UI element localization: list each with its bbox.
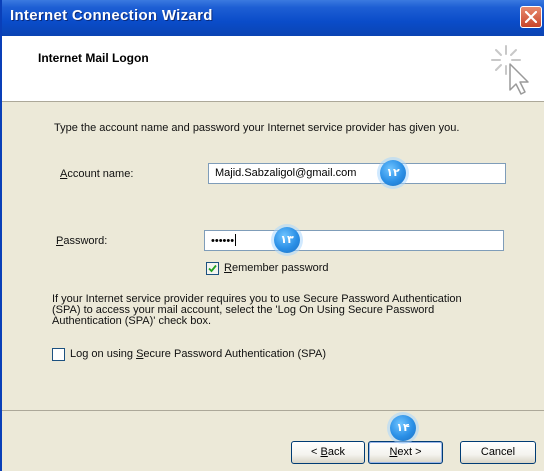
remember-password-label[interactable]: Remember password [224,262,329,274]
wizard-window: Internet Connection Wizard Internet Mail… [0,0,544,471]
back-label-rest: ack [327,446,345,458]
close-icon [525,11,537,23]
text-caret [235,234,237,246]
password-input[interactable]: •••••• [204,230,504,251]
title-bar[interactable]: Internet Connection Wizard [2,0,544,36]
wizard-header: Internet Mail Logon [2,36,544,102]
spa-checkbox[interactable] [52,348,65,361]
annotation-marker-password: ۱۳ [274,227,300,253]
wizard-cursor-icon [491,45,529,95]
wizard-body: Type the account name and password your … [2,102,544,410]
remember-password-hotkey: R [224,262,232,274]
password-label-text: assword: [63,235,108,247]
remember-password-label-text: emember password [231,262,329,274]
checkmark-icon [208,264,217,273]
back-button[interactable]: < Back [291,441,365,464]
page-title: Internet Mail Logon [38,51,149,65]
back-prefix: < [311,446,321,458]
window-title: Internet Connection Wizard [10,7,213,24]
spa-checkbox-label[interactable]: Log on using Secure Password Authenticat… [70,348,326,360]
intro-text: Type the account name and password your … [54,122,460,134]
spa-explanation: If your Internet service provider requir… [52,294,492,327]
next-label-rest: ext > [397,446,422,458]
account-name-label: Account name: [60,168,133,180]
annotation-marker-account: ۱۲ [380,160,406,186]
account-name-input[interactable]: Majid.Sabzaligol@gmail.com [208,163,506,184]
close-button[interactable] [520,6,542,28]
remember-password-checkbox[interactable] [206,262,219,275]
annotation-marker-next: ۱۴ [390,415,416,441]
account-name-label-text: ccount name: [67,168,134,180]
next-button[interactable]: Next > [368,441,443,464]
spa-label-before: Log on using [70,348,137,360]
back-hotkey: B [320,446,328,458]
account-name-value: Majid.Sabzaligol@gmail.com [215,167,357,179]
button-bar: < Back Next > Cancel ۱۴ [2,410,544,471]
password-value: •••••• [211,235,235,247]
spa-label-rest: ecure Password Authentication (SPA) [143,348,327,360]
password-label: Password: [56,235,107,247]
spa-note-line: Authentication (SPA)' check box. [52,315,212,327]
cancel-button[interactable]: Cancel [460,441,536,464]
